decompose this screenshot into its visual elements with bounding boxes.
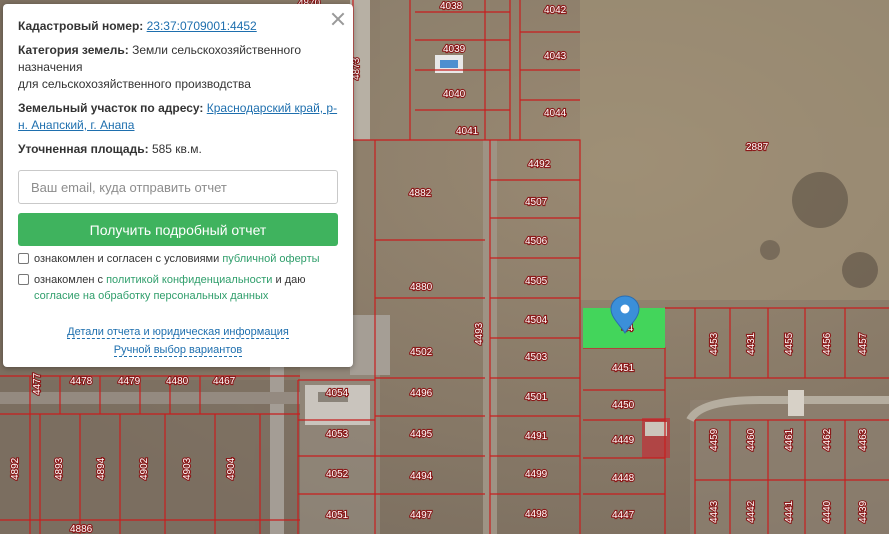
parcel-label[interactable]: 4459 [708, 427, 721, 452]
public-offer-link[interactable]: публичной оферты [222, 253, 319, 265]
parcel-label[interactable]: 4494 [409, 470, 434, 483]
parcel-label[interactable]: 4039 [442, 43, 467, 56]
manual-selection-link[interactable]: Ручной выбор вариантов [113, 344, 243, 357]
close-icon[interactable] [331, 12, 345, 26]
parcel-label[interactable]: 4441 [783, 499, 796, 524]
manual-link-row: Ручной выбор вариантов [3, 344, 353, 357]
parcel-label[interactable]: 4503 [524, 351, 549, 364]
category-value-3: для сельскохозяйственного производства [18, 77, 251, 91]
parcel-label[interactable]: 4450 [611, 399, 636, 412]
parcel-label[interactable]: 4501 [524, 391, 549, 404]
privacy-consent-mid: и даю [275, 274, 306, 286]
privacy-consent-text: ознакомлен с [34, 274, 104, 286]
parcel-label[interactable]: 4443 [708, 499, 721, 524]
parcel-label[interactable]: 4495 [409, 428, 434, 441]
parcel-label[interactable]: 4041 [455, 125, 480, 138]
parcel-label[interactable]: 4431 [745, 331, 758, 356]
data-processing-link[interactable]: согласие на обработку персональных данны… [34, 290, 268, 302]
parcel-label[interactable]: 4040 [442, 88, 467, 101]
parcel-label[interactable]: 4497 [409, 509, 434, 522]
address-link[interactable]: Краснодарский край, р- [207, 101, 337, 115]
parcel-info-popup: Кадастровый номер: 23:37:0709001:4452 Ка… [3, 4, 353, 367]
parcel-label[interactable]: 4042 [543, 4, 568, 17]
parcel-label[interactable]: 4451 [611, 362, 636, 375]
parcel-label[interactable]: 4448 [611, 472, 636, 485]
parcel-label[interactable]: 4479 [117, 375, 142, 388]
report-details-link[interactable]: Детали отчета и юридическая информация [67, 326, 289, 339]
cadastral-row: Кадастровый номер: 23:37:0709001:4452 [18, 18, 339, 35]
parcel-label[interactable]: 4894 [95, 456, 108, 481]
area-label: Уточненная площадь: [18, 142, 149, 156]
parcel-label[interactable]: 4892 [9, 456, 22, 481]
parcel-label[interactable]: 4902 [138, 456, 151, 481]
address-row: Земельный участок по адресу: Краснодарск… [18, 100, 339, 134]
parcel-label[interactable]: 4038 [439, 0, 464, 13]
parcel-label[interactable]: 4499 [524, 468, 549, 481]
parcel-label[interactable]: 4044 [543, 107, 568, 120]
parcel-label[interactable]: 4455 [783, 331, 796, 356]
parcel-label[interactable]: 4893 [53, 456, 66, 481]
details-link-row: Детали отчета и юридическая информация [3, 326, 353, 339]
category-value: Земли сельскохозяйственного [132, 43, 302, 57]
privacy-checkbox[interactable] [18, 274, 29, 285]
privacy-policy-link[interactable]: политикой конфиденциальности [106, 274, 272, 286]
parcel-label[interactable]: 4498 [524, 508, 549, 521]
offer-consent-text: ознакомлен и согласен с условиями [34, 253, 220, 265]
parcel-label[interactable]: 4456 [821, 331, 834, 356]
category-row: Категория земель: Земли сельскохозяйстве… [18, 42, 339, 93]
parcel-label[interactable]: 4467 [212, 375, 237, 388]
parcel-label[interactable]: 4492 [527, 158, 552, 171]
offer-consent-row: ознакомлен и согласен с условиями публич… [18, 251, 339, 267]
parcel-label[interactable]: 4457 [857, 331, 870, 356]
parcel-label[interactable]: 4440 [821, 499, 834, 524]
parcel-label[interactable]: 4882 [408, 187, 433, 200]
parcel-label[interactable]: 4478 [69, 375, 94, 388]
parcel-label[interactable]: 4043 [543, 50, 568, 63]
cadastral-label: Кадастровый номер: [18, 19, 144, 33]
parcel-label[interactable]: 4051 [325, 509, 350, 522]
parcel-label[interactable]: 4462 [821, 427, 834, 452]
parcel-label[interactable]: 4463 [857, 427, 870, 452]
offer-checkbox[interactable] [18, 253, 29, 264]
parcel-label[interactable]: 4052 [325, 468, 350, 481]
parcel-label[interactable]: 4904 [225, 456, 238, 481]
parcel-label[interactable]: 4439 [857, 499, 870, 524]
parcel-label[interactable]: 4449 [611, 434, 636, 447]
parcel-label[interactable]: 4054 [325, 387, 350, 400]
address-label: Земельный участок по адресу: [18, 101, 204, 115]
parcel-label[interactable]: 2887 [745, 141, 770, 154]
parcel-label[interactable]: 4442 [745, 499, 758, 524]
parcel-label[interactable]: 4477 [31, 371, 44, 396]
area-value: 585 кв.м. [151, 142, 202, 156]
parcel-label[interactable]: 4491 [524, 430, 549, 443]
parcel-label[interactable]: 4453 [708, 331, 721, 356]
parcel-label[interactable]: 4461 [783, 427, 796, 452]
email-input[interactable] [18, 170, 338, 204]
parcel-label[interactable]: 4507 [524, 196, 549, 209]
parcel-label[interactable]: 4493 [473, 321, 486, 346]
parcel-label[interactable]: 4460 [745, 427, 758, 452]
parcel-label[interactable]: 4496 [409, 387, 434, 400]
parcel-label[interactable]: 4903 [181, 456, 194, 481]
category-value-2: назначения [18, 60, 83, 74]
address-link-2[interactable]: н. Анапский, г. Анапа [18, 118, 134, 132]
parcel-label[interactable]: 4447 [611, 509, 636, 522]
cadastral-number-link[interactable]: 23:37:0709001:4452 [147, 19, 257, 33]
category-label: Категория земель: [18, 43, 129, 57]
parcel-label[interactable]: 4480 [165, 375, 190, 388]
get-report-button[interactable]: Получить подробный отчет [18, 213, 338, 246]
parcel-label[interactable]: 4504 [524, 314, 549, 327]
parcel-label[interactable]: 4053 [325, 428, 350, 441]
parcel-label[interactable]: 4502 [409, 346, 434, 359]
parcel-label[interactable]: 4505 [524, 275, 549, 288]
parcel-label[interactable]: 4880 [409, 281, 434, 294]
area-row: Уточненная площадь: 585 кв.м. [18, 141, 339, 158]
parcel-label[interactable]: 4506 [524, 235, 549, 248]
parcel-label[interactable]: 4886 [69, 523, 94, 534]
privacy-consent-row: ознакомлен с политикой конфиденциальност… [18, 272, 339, 304]
